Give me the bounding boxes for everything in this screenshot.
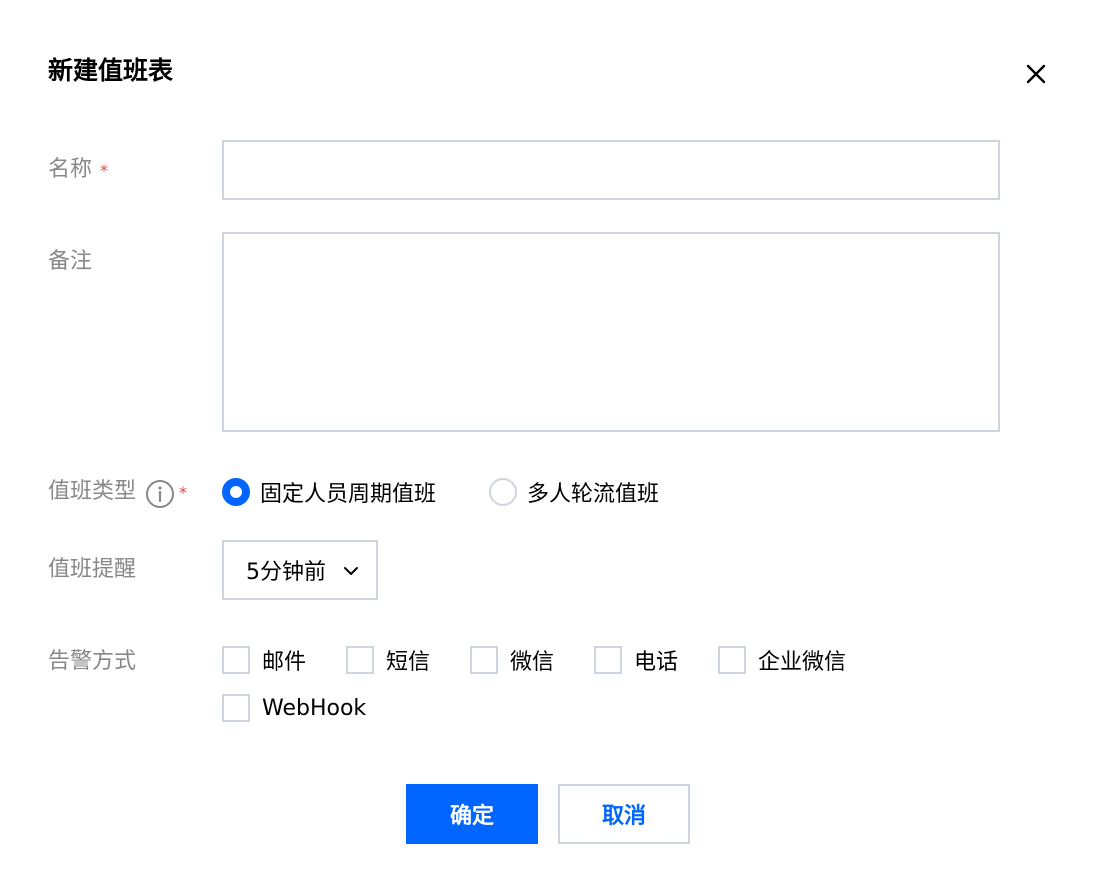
dialog-title: 新建值班表 [48, 56, 174, 85]
checkbox-box[interactable] [718, 646, 746, 674]
name-label: 名称 * [48, 154, 108, 186]
remark-label-text: 备注 [48, 249, 93, 274]
reminder-select[interactable]: 5分钟前 [222, 540, 378, 600]
checkbox-label: 企业微信 [758, 650, 847, 675]
radio-circle-checked[interactable] [222, 478, 250, 506]
alert-methods-label: 告警方式 [48, 646, 136, 678]
chevron-down-icon [344, 567, 358, 575]
required-mark: * [100, 161, 109, 180]
radio-fixed-duty[interactable]: 固定人员周期值班 [222, 476, 436, 508]
radio-label: 多人轮流值班 [527, 482, 660, 507]
checkbox-box[interactable] [470, 646, 498, 674]
reminder-label-text: 值班提醒 [48, 557, 137, 582]
confirm-button[interactable]: 确定 [406, 784, 538, 844]
radio-circle[interactable] [489, 478, 517, 506]
create-duty-dialog: 新建值班表 名称 * 备注 值班类型 * 固定人员周期值班 多人轮流值班 值班提… [0, 0, 1096, 892]
checkbox-webhook[interactable]: WebHook [222, 692, 366, 724]
checkbox-label: WebHook [262, 695, 367, 721]
name-label-text: 名称 [48, 157, 93, 182]
checkbox-box[interactable] [346, 646, 374, 674]
duty-type-label: 值班类型 * [48, 476, 187, 508]
info-circle-icon[interactable] [145, 479, 175, 508]
close-button[interactable] [1020, 58, 1052, 90]
radio-rotation-duty[interactable]: 多人轮流值班 [489, 476, 659, 508]
name-input[interactable] [222, 140, 1000, 200]
close-icon [1026, 64, 1046, 84]
checkbox-label: 邮件 [262, 650, 307, 675]
checkbox-phone[interactable]: 电话 [594, 644, 678, 676]
checkbox-wecom[interactable]: 企业微信 [718, 644, 846, 676]
checkbox-sms[interactable]: 短信 [346, 644, 430, 676]
alert-methods-label-text: 告警方式 [48, 649, 137, 674]
duty-type-label-text: 值班类型 [48, 479, 137, 504]
required-mark: * [179, 483, 188, 502]
reminder-selected-value: 5分钟前 [246, 560, 326, 585]
checkbox-box[interactable] [594, 646, 622, 674]
remark-label: 备注 [48, 246, 92, 278]
checkbox-wechat[interactable]: 微信 [470, 644, 554, 676]
checkbox-label: 短信 [386, 650, 431, 675]
checkbox-label: 微信 [510, 650, 555, 675]
reminder-label: 值班提醒 [48, 554, 136, 586]
cancel-button[interactable]: 取消 [558, 784, 690, 844]
checkbox-label: 电话 [634, 650, 679, 675]
remark-textarea[interactable] [222, 232, 1000, 432]
checkbox-box[interactable] [222, 646, 250, 674]
radio-label: 固定人员周期值班 [260, 482, 437, 507]
checkbox-email[interactable]: 邮件 [222, 644, 306, 676]
checkbox-box[interactable] [222, 694, 250, 722]
